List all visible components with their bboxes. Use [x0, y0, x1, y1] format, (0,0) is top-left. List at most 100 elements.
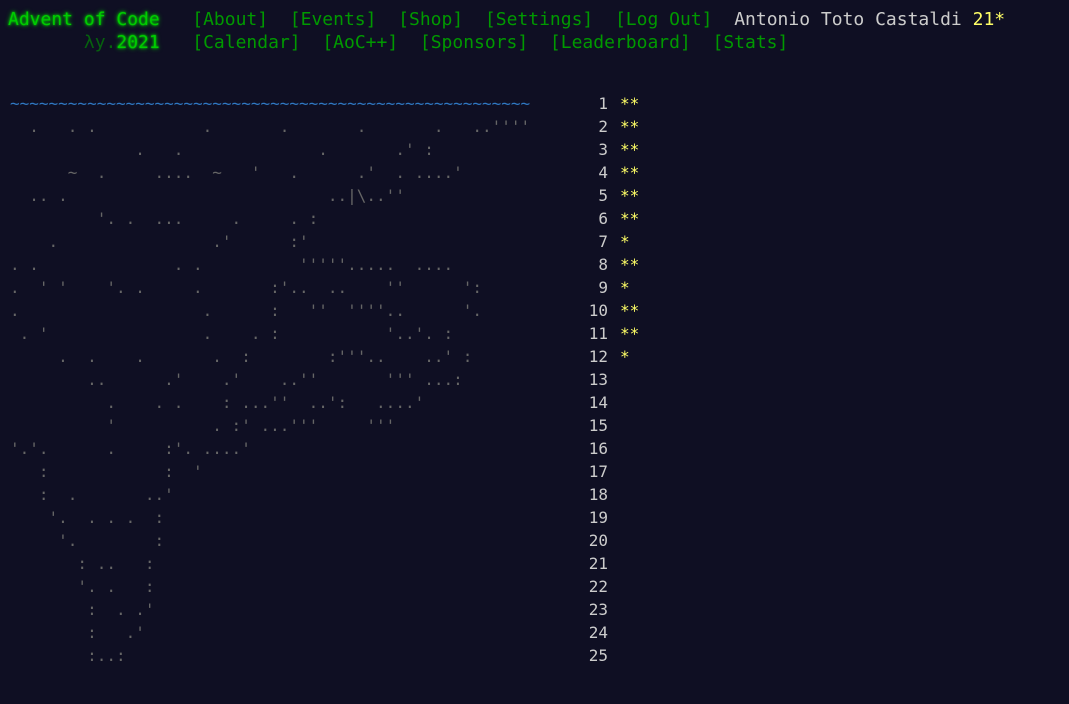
calendar-art: . ' ' '. . . :'.. .. '' ':: [10, 278, 531, 297]
day-number: 15: [588, 416, 608, 435]
nav-aocpp[interactable]: [AoC++]: [322, 32, 398, 53]
day-number: 23: [588, 600, 608, 619]
calendar-day-row[interactable]: ~~~~~~~~~~~~~~~~~~~~~~~~~~~~~~~~~~~~~~~~…: [10, 92, 639, 115]
calendar-art: : .. :: [10, 554, 531, 573]
calendar-art: .. . ..|\..'': [10, 186, 531, 205]
nav-shop[interactable]: [Shop]: [398, 9, 463, 30]
calendar-day-row[interactable]: . . . .' : 3 **: [10, 138, 639, 161]
day-number: 11: [588, 324, 608, 343]
day-number: 4: [598, 163, 608, 182]
day-number: 3: [598, 140, 608, 159]
calendar-day-row: : : ' 17: [10, 460, 639, 483]
calendar-day-row: . . . : ...'' ..': ....' 14: [10, 391, 639, 414]
day-number: 12: [588, 347, 608, 366]
calendar-day-row[interactable]: . ' . . : '..'. : 11 **: [10, 322, 640, 345]
calendar-art: . .' :': [10, 232, 531, 251]
calendar-art: .. .' .' ..'' ''' ...:: [10, 370, 531, 389]
day-stars: **: [620, 163, 640, 182]
user-name: Antonio Toto Castaldi: [734, 9, 962, 30]
header-row-top: Advent of Code [About] [Events] [Shop] […: [8, 8, 1005, 31]
calendar-art: '. . :: [10, 577, 531, 596]
nav-calendar[interactable]: [Calendar]: [192, 32, 300, 53]
calendar-day-row[interactable]: '. . ... . . : 6 **: [10, 207, 640, 230]
day-number: 21: [588, 554, 608, 573]
calendar-day-row: ' . :' ...''' ''' 15: [10, 414, 639, 437]
calendar-day-row[interactable]: ~ . .... ~ ' . .' . ....' 4 **: [10, 161, 639, 184]
day-stars: **: [620, 255, 640, 274]
day-number: 17: [588, 462, 608, 481]
calendar-day-row: '. . : 22: [10, 575, 639, 598]
calendar-art: . . . : ...'' ..': ....': [10, 393, 531, 412]
day-stars: *: [620, 347, 630, 366]
calendar-art: :..:: [10, 646, 531, 665]
day-number: 2: [598, 117, 608, 136]
calendar-art: : . .': [10, 600, 531, 619]
year-prefix: λy.: [83, 32, 117, 53]
day-number: 1: [598, 94, 608, 113]
calendar-art: '.'. . :'. ....': [10, 439, 531, 458]
day-stars: *: [620, 232, 630, 251]
calendar-day-row: : . ..' 18: [10, 483, 639, 506]
calendar-day-row: .. .' .' ..'' ''' ...: 13: [10, 368, 639, 391]
calendar-art: : . ..': [10, 485, 531, 504]
calendar-day-row[interactable]: . . : '' ''''.. '. 10 **: [10, 299, 639, 322]
calendar-day-row[interactable]: . ' ' '. . . :'.. .. '' ': 9 *: [10, 276, 639, 299]
calendar: ~~~~~~~~~~~~~~~~~~~~~~~~~~~~~~~~~~~~~~~~…: [10, 92, 639, 667]
nav-settings[interactable]: [Settings]: [485, 9, 593, 30]
day-number: 5: [598, 186, 608, 205]
day-number: 22: [588, 577, 608, 596]
day-number: 16: [588, 439, 608, 458]
calendar-art: ~ . .... ~ ' . .' . ....': [10, 163, 531, 182]
day-number: 18: [588, 485, 608, 504]
calendar-art: . ' . . : '..'. :: [10, 324, 531, 343]
day-stars: **: [620, 324, 640, 343]
day-number: 19: [588, 508, 608, 527]
day-number: 25: [588, 646, 608, 665]
star-count: 21*: [972, 9, 1006, 30]
nav-log-out[interactable]: [Log Out]: [615, 9, 713, 30]
calendar-day-row[interactable]: . .' :' 7 *: [10, 230, 639, 253]
calendar-art: ~~~~~~~~~~~~~~~~~~~~~~~~~~~~~~~~~~~~~~~~…: [10, 94, 531, 113]
day-number: 9: [598, 278, 608, 297]
nav-stats[interactable]: [Stats]: [713, 32, 789, 53]
calendar-art: . . . . : :'''.. ..' :: [10, 347, 531, 366]
calendar-art: '. :: [10, 531, 531, 550]
day-number: 24: [588, 623, 608, 642]
calendar-art: . . . .' :: [10, 140, 531, 159]
calendar-day-row: :..: 25: [10, 644, 639, 667]
calendar-day-row[interactable]: . . . . '''''..... .... 8 **: [10, 253, 639, 276]
calendar-art: : : ': [10, 462, 531, 481]
nav-about[interactable]: [About]: [192, 9, 268, 30]
calendar-art: . . . . . . . ..'''': [10, 117, 531, 136]
calendar-art: . . : '' ''''.. '.: [10, 301, 531, 320]
nav-sponsors[interactable]: [Sponsors]: [420, 32, 528, 53]
calendar-art: '. . ... . . :: [10, 209, 531, 228]
calendar-art: '. . . . :: [10, 508, 531, 527]
header-row-bottom: λy.2021 [Calendar] [AoC++] [Sponsors] [L…: [8, 31, 1005, 54]
calendar-day-row[interactable]: .. . ..|\..'' 5 **: [10, 184, 639, 207]
nav-events[interactable]: [Events]: [290, 9, 377, 30]
calendar-day-row[interactable]: . . . . . . . ..'''' 2 **: [10, 115, 639, 138]
day-stars: **: [620, 140, 640, 159]
day-number: 13: [588, 370, 608, 389]
day-stars: **: [620, 117, 640, 136]
calendar-art: : .': [10, 623, 531, 642]
calendar-day-row: : .. : 21: [10, 552, 639, 575]
calendar-day-row[interactable]: . . . . : :'''.. ..' : 12 *: [10, 345, 639, 368]
day-number: 7: [598, 232, 608, 251]
nav-leaderboard[interactable]: [Leaderboard]: [550, 32, 691, 53]
calendar-art: ' . :' ...''' ''': [10, 416, 531, 435]
day-number: 6: [598, 209, 608, 228]
day-stars: **: [620, 186, 640, 205]
calendar-day-row: : .' 24: [10, 621, 639, 644]
site-header: Advent of Code [About] [Events] [Shop] […: [8, 8, 1005, 54]
site-title[interactable]: Advent of Code: [8, 9, 160, 30]
day-number: 20: [588, 531, 608, 550]
day-number: 8: [598, 255, 608, 274]
calendar-art: . . . . '''''..... ....: [10, 255, 531, 274]
day-stars: *: [620, 278, 630, 297]
calendar-day-row: '. . . . : 19: [10, 506, 639, 529]
calendar-day-row: : . .' 23: [10, 598, 639, 621]
day-number: 14: [588, 393, 608, 412]
year-label[interactable]: 2021: [116, 32, 159, 53]
